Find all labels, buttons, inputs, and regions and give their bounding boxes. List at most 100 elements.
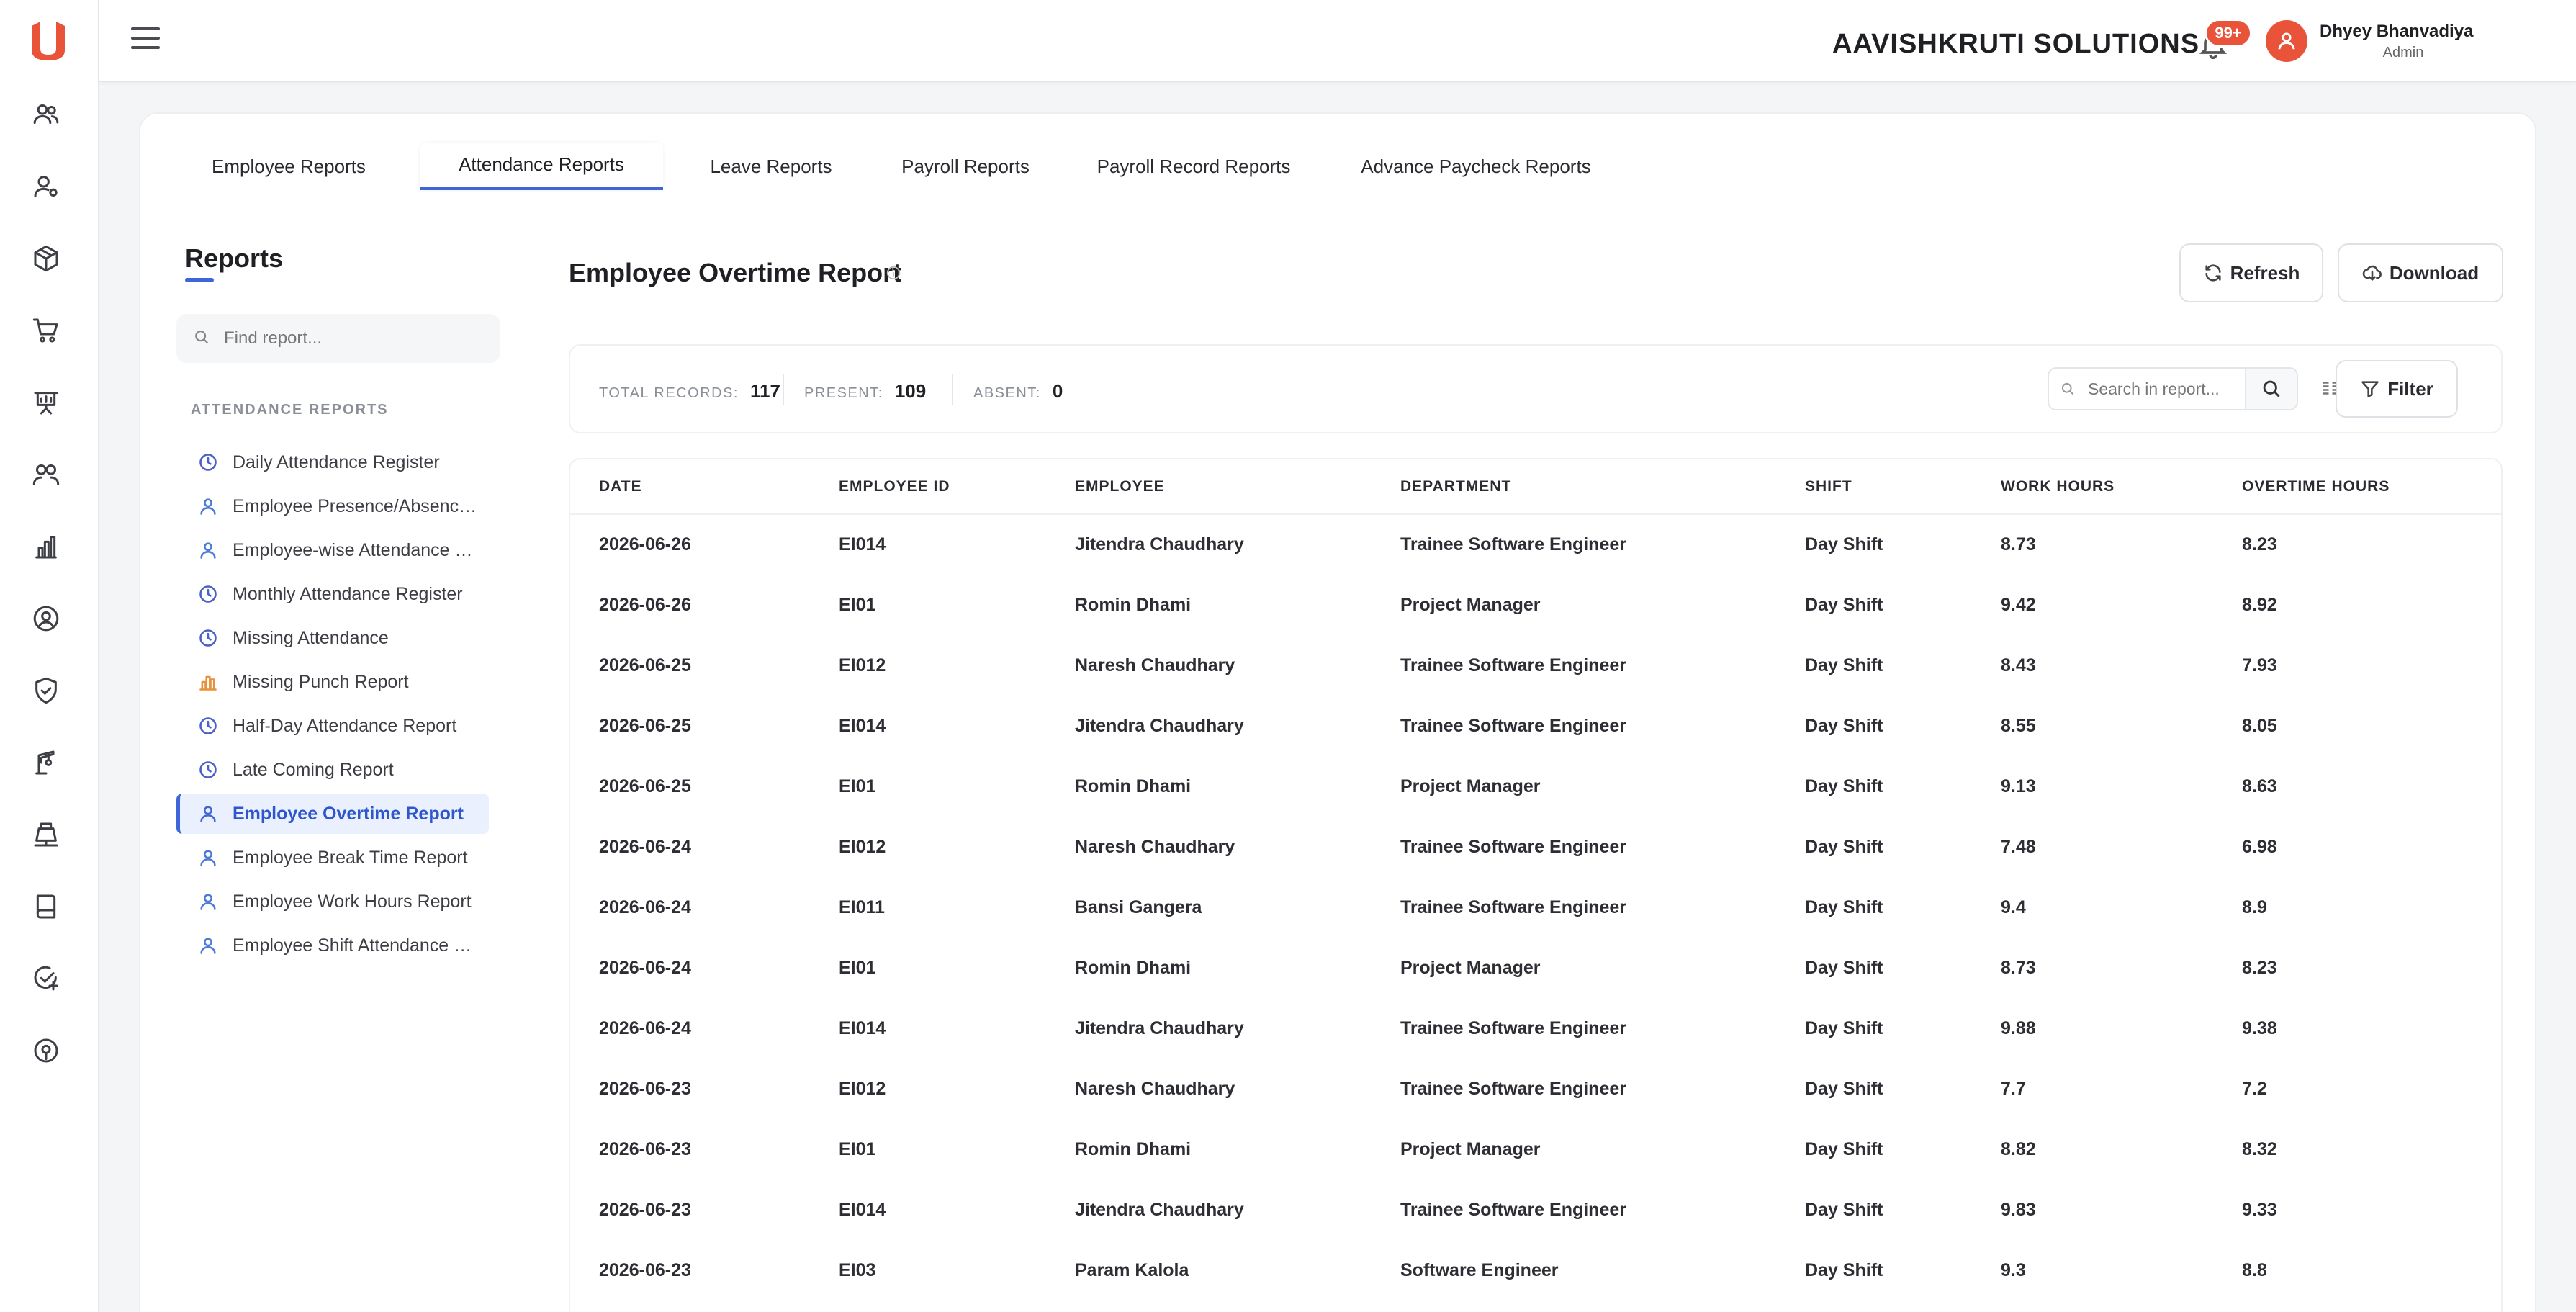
table-row[interactable]: 2026-06-25 EI014 Jitendra Chaudhary Trainee… [570,696,2501,756]
cell-work-hours: 9.83 [2001,1199,2036,1220]
hamburger-menu-icon[interactable] [131,27,160,53]
stat-absent: ABSENT: 0 [973,380,1063,403]
table-row[interactable]: 2026-06-23 EI012 Naresh Chaudhary Trainee S… [570,1059,2501,1119]
report-search-input[interactable] [2088,379,2232,399]
user-name[interactable]: Dhyey Bhanvadiya [2320,22,2473,42]
sidebar-item-missing-punch-report[interactable]: Missing Punch Report [176,662,489,702]
scale-icon[interactable] [30,818,63,851]
location-gear-icon[interactable] [30,1034,63,1067]
cell-overtime-hours: 8.32 [2242,1138,2277,1159]
team-icon[interactable] [30,458,63,491]
tab-leave-reports[interactable]: Leave Reports [695,143,847,190]
table-row[interactable]: 2026-06-25 EI01 Romin Dhami Project Manager… [570,756,2501,817]
divider [783,374,784,405]
box-icon[interactable] [30,242,63,275]
cell-employee: Jitendra Chaudhary [1075,715,1244,736]
table-header-row: DATE EMPLOYEE ID EMPLOYEE DEPARTMENT SHI… [570,459,2501,515]
table-row[interactable]: 2026-06-23 EI01 Romin Dhami Project Manager… [570,1119,2501,1180]
cell-employee: Naresh Chaudhary [1075,836,1235,857]
find-report-input[interactable] [224,328,497,349]
cell-date: 2026-06-24 [599,1017,691,1038]
cell-shift: Day Shift [1805,1259,1883,1280]
refresh-button[interactable]: Refresh [2179,243,2323,302]
sidebar-item-monthly-attendance-register[interactable]: Monthly Attendance Register [176,574,489,614]
stat-value: 109 [894,380,927,402]
sidebar-item-missing-attendance[interactable]: Missing Attendance [176,618,489,658]
table-row[interactable]: 2026-06-24 EI012 Naresh Chaudhary Trainee S… [570,817,2501,877]
users-icon[interactable] [30,98,63,131]
avatar[interactable] [2266,20,2307,62]
sidebar-item-employee-work-hours-report[interactable]: Employee Work Hours Report [176,881,489,922]
sidebar-item-daily-attendance-register[interactable]: Daily Attendance Register [176,442,489,482]
table-row[interactable]: 2026-06-23 EI03 Param Kalola Software Engin… [570,1240,2501,1300]
user-circle-icon[interactable] [30,602,63,635]
table-row[interactable]: 2026-06-24 EI014 Jitendra Chaudhary Trainee… [570,998,2501,1059]
cell-date: 2026-06-25 [599,655,691,675]
notification-badge[interactable]: 99+ [2205,19,2252,48]
sidebar-item-label: Employee Break Time Report [233,847,468,868]
cell-department: Project Manager [1400,1138,1541,1159]
cart-icon[interactable] [30,314,63,347]
stat-total-records: TOTAL RECORDS: 117 [599,380,780,403]
cell-employee-id: EI012 [839,655,886,675]
clock-icon [198,760,218,780]
sidebar-item-half-day-attendance[interactable]: Half-Day Attendance Report [176,706,489,746]
column-header-department[interactable]: DEPARTMENT [1372,459,1776,515]
column-header-date[interactable]: DATE [570,459,810,515]
column-header-employee-id[interactable]: EMPLOYEE ID [810,459,1046,515]
presentation-icon[interactable] [30,386,63,419]
book-icon[interactable] [30,890,63,923]
search-icon [194,329,210,349]
cell-work-hours: 8.43 [2001,655,2036,675]
table-row[interactable]: 2026-06-24 EI01 Romin Dhami Project Manager… [570,938,2501,998]
download-button[interactable]: Download [2338,243,2503,302]
cell-work-hours: 8.55 [2001,715,2036,736]
cell-work-hours: 9.3 [2001,1259,2026,1280]
crane-icon[interactable] [30,746,63,779]
filter-button[interactable]: Filter [2336,360,2458,418]
brand-logo[interactable] [29,20,68,62]
report-table: DATE EMPLOYEE ID EMPLOYEE DEPARTMENT SHI… [569,458,2503,1312]
cell-shift: Day Shift [1805,534,1883,554]
bar-chart-icon[interactable] [30,530,63,563]
sidebar-item-employee-presence-absence[interactable]: Employee Presence/Absence Report [176,486,489,526]
table-row[interactable]: 2026-06-23 EI014 Jitendra Chaudhary Trainee… [570,1180,2501,1240]
cell-employee-id: EI014 [839,1199,886,1220]
tab-payroll-record-reports[interactable]: Payroll Record Reports [1081,143,1307,190]
sidebar-item-employee-break-time-report[interactable]: Employee Break Time Report [176,837,489,878]
cell-work-hours: 7.7 [2001,1078,2026,1099]
tab-attendance-reports[interactable]: Attendance Reports [420,143,663,190]
sidebar-item-employee-shift-attendance[interactable]: Employee Shift Attendance Report [176,925,489,966]
sidebar-item-employee-overtime-report[interactable]: Employee Overtime Report [176,794,489,834]
user-settings-icon[interactable] [30,170,63,203]
cell-date: 2026-06-23 [599,1078,691,1099]
filter-label: Filter [2387,377,2433,400]
sidebar-item-employee-wise-attendance[interactable]: Employee-wise Attendance Report [176,530,489,570]
column-header-employee[interactable]: EMPLOYEE [1046,459,1372,515]
tab-employee-reports[interactable]: Employee Reports [191,143,387,190]
info-icon[interactable] [886,265,901,281]
find-report-box [176,314,500,363]
table-row[interactable]: 2026-06-26 EI01 Romin Dhami Project Manager… [570,575,2501,635]
search-icon [2263,380,2280,397]
table-row[interactable]: 2026-06-25 EI012 Naresh Chaudhary Trainee S… [570,635,2501,696]
table-row[interactable]: 2026-06-26 EI014 Jitendra Chaudhary Trainee… [570,514,2501,575]
cell-employee-id: EI014 [839,715,886,736]
table-row[interactable]: 2026-06-24 EI011 Bansi Gangera Trainee Soft… [570,877,2501,938]
sidebar-item-label: Missing Attendance [233,627,389,648]
clock-icon [198,716,218,736]
cell-work-hours: 8.82 [2001,1138,2036,1159]
tab-advance-paycheck-reports[interactable]: Advance Paycheck Reports [1343,143,1609,190]
cell-department: Project Manager [1400,957,1541,978]
sidebar-item-late-coming-report[interactable]: Late Coming Report [176,750,489,790]
column-header-shift[interactable]: SHIFT [1776,459,1972,515]
column-header-overtime-hours[interactable]: OVERTIME HOURS [2213,459,2501,515]
cell-shift: Day Shift [1805,1138,1883,1159]
cell-overtime-hours: 8.92 [2242,594,2277,615]
check-plus-icon[interactable] [30,962,63,995]
section-label: ATTENDANCE REPORTS [191,402,389,418]
search-submit-button[interactable] [2245,369,2297,409]
tab-payroll-reports[interactable]: Payroll Reports [889,143,1042,190]
column-header-work-hours[interactable]: WORK HOURS [1972,459,2213,515]
shield-check-icon[interactable] [30,674,63,707]
